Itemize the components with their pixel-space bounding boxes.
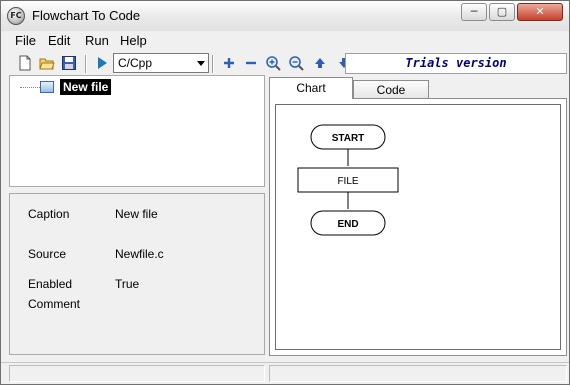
tree-connector bbox=[20, 87, 40, 88]
title-bar: FC Flowchart To Code ─ ▢ ✕ bbox=[1, 1, 569, 31]
caption-value[interactable]: New file bbox=[115, 207, 158, 221]
chart-panel: START FILE END bbox=[269, 98, 567, 356]
tab-chart[interactable]: Chart bbox=[269, 77, 353, 99]
status-cell-left bbox=[9, 365, 265, 382]
window-title: Flowchart To Code bbox=[32, 8, 141, 23]
add-icon[interactable] bbox=[221, 55, 237, 71]
properties-panel: Caption New file Source Newfile.c Enable… bbox=[9, 193, 265, 355]
menu-file[interactable]: File bbox=[15, 33, 36, 48]
menu-edit[interactable]: Edit bbox=[48, 33, 70, 48]
flowchart-diagram: START FILE END bbox=[297, 124, 399, 236]
toolbar-separator bbox=[212, 55, 214, 73]
start-node-label: START bbox=[332, 133, 365, 144]
end-node-label: END bbox=[337, 219, 358, 230]
end-node[interactable]: END bbox=[310, 210, 386, 236]
status-bar bbox=[1, 362, 569, 384]
toolbar-separator bbox=[85, 55, 87, 73]
caption-label: Caption bbox=[28, 207, 70, 221]
zoom-in-icon[interactable] bbox=[265, 55, 281, 71]
app-icon: FC bbox=[7, 7, 25, 25]
tab-code[interactable]: Code bbox=[353, 80, 429, 99]
document-icon bbox=[40, 81, 54, 93]
file-tree: New file bbox=[9, 75, 265, 187]
chevron-down-icon bbox=[197, 61, 205, 66]
status-cell-right bbox=[269, 365, 567, 382]
close-button[interactable]: ✕ bbox=[517, 3, 563, 21]
minimize-button[interactable]: ─ bbox=[461, 3, 487, 21]
remove-icon[interactable] bbox=[243, 55, 259, 71]
language-select[interactable]: C/Cpp bbox=[113, 53, 209, 73]
menu-bar: File Edit Run Help bbox=[1, 31, 569, 51]
tree-item-new-file[interactable]: New file bbox=[60, 79, 112, 95]
run-icon[interactable] bbox=[94, 55, 110, 71]
file-node-label: FILE bbox=[337, 176, 358, 187]
source-value[interactable]: Newfile.c bbox=[115, 247, 164, 261]
open-folder-icon[interactable] bbox=[39, 55, 55, 71]
zoom-out-icon[interactable] bbox=[288, 55, 304, 71]
enabled-value[interactable]: True bbox=[115, 277, 139, 291]
start-node[interactable]: START bbox=[310, 124, 386, 150]
new-file-icon[interactable] bbox=[17, 55, 33, 71]
move-up-icon[interactable] bbox=[312, 55, 328, 71]
app-window: FC Flowchart To Code ─ ▢ ✕ File Edit Run… bbox=[0, 0, 570, 385]
source-label: Source bbox=[28, 247, 67, 261]
flowchart-canvas[interactable]: START FILE END bbox=[275, 104, 561, 350]
comment-label: Comment bbox=[28, 297, 81, 311]
trial-banner: Trials version bbox=[345, 53, 567, 74]
menu-run[interactable]: Run bbox=[85, 33, 109, 48]
maximize-button[interactable]: ▢ bbox=[489, 3, 515, 21]
enabled-label: Enabled bbox=[28, 277, 73, 291]
language-select-value: C/Cpp bbox=[118, 56, 153, 70]
file-node[interactable]: FILE bbox=[297, 167, 399, 193]
save-icon[interactable] bbox=[61, 55, 77, 71]
menu-help[interactable]: Help bbox=[120, 33, 147, 48]
